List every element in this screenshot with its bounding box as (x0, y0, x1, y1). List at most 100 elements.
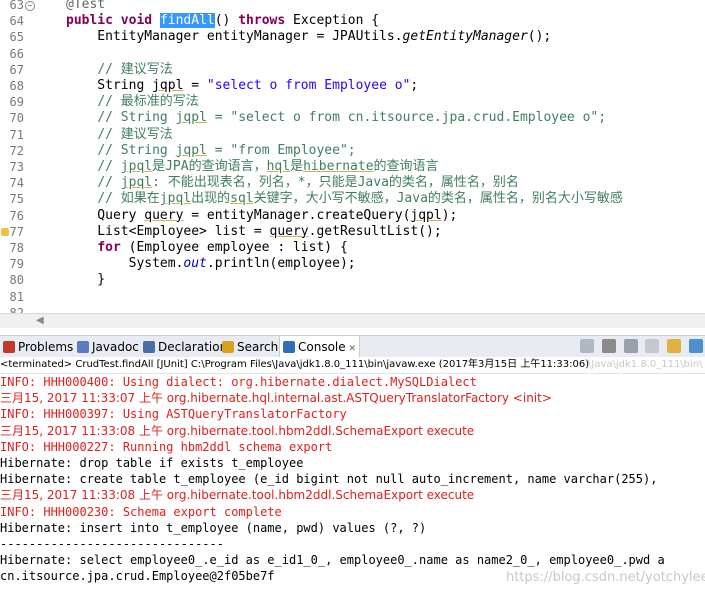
console-line: Hibernate: drop table if exists t_employ… (0, 456, 304, 470)
remove-launch-icon[interactable] (623, 339, 638, 353)
problems-icon (3, 341, 15, 353)
line-number: 74 (9, 176, 24, 191)
line-number: 71 (9, 127, 24, 142)
tab-label: Declaration (158, 340, 228, 354)
code-text[interactable]: Query query = entityManager.createQuery(… (66, 208, 457, 224)
code-text[interactable]: // String jqpl = "select o from cn.itsou… (66, 110, 606, 126)
pin-console-icon[interactable] (579, 339, 594, 353)
javadoc-icon (77, 341, 89, 353)
watermark: https://blog.csdn.net/yotchylee (506, 570, 705, 585)
code-text[interactable]: EntityManager entityManager = JPAUtils.g… (66, 29, 551, 45)
tab-console[interactable]: Console ✕ (279, 336, 361, 358)
console-process-description: <terminated> CrudTest.findAll [JUnit] C:… (0, 357, 705, 374)
editor-line[interactable]: 76 Query query = entityManager.createQue… (0, 208, 705, 224)
bottom-panel-tabbar: Problems Javadoc Declaration Search Console … (0, 335, 705, 359)
open-console-icon[interactable] (689, 339, 703, 353)
editor-line[interactable]: 70 // String jqpl = "select o from cn.it… (0, 110, 705, 126)
remove-all-terminated-icon[interactable] (601, 339, 616, 353)
editor-line[interactable]: 71 // 建议写法 (0, 127, 705, 143)
console-output[interactable]: INFO: HHH000400: Using dialect: org.hibe… (0, 374, 705, 596)
line-number: 76 (9, 208, 24, 223)
editor-horizontal-scrollbar[interactable]: ◀ (0, 313, 705, 328)
editor-line[interactable]: 74 // jpql: 不能出现表名，列名，*，只能是Java的类名，属性名，别… (0, 175, 705, 191)
line-number: 69 (9, 95, 24, 110)
editor-line[interactable]: 80 } (0, 272, 705, 288)
line-number: 65 (9, 30, 24, 45)
editor-line[interactable]: 78 for (Employee employee : list) { (0, 240, 705, 256)
code-text[interactable]: // 如果在jpql出现的sql关键字，大小写不敏感，Java的类名，属性名，别… (66, 191, 623, 207)
scroll-left-arrow-icon[interactable]: ◀ (36, 315, 44, 326)
search-icon (222, 341, 234, 353)
editor-line[interactable]: 66 (0, 46, 705, 62)
tab-declaration[interactable]: Declaration (140, 336, 230, 358)
tab-javadoc[interactable]: Javadoc (74, 336, 142, 358)
tab-problems[interactable]: Problems (0, 336, 76, 358)
warning-marker-icon[interactable] (1, 227, 9, 236)
line-number: 64 (9, 14, 24, 29)
line-number: 75 (9, 192, 24, 207)
console-icon (283, 341, 295, 353)
code-text[interactable]: // jpql是JPA的查询语言，hql是hibernate的查询语言 (66, 159, 438, 175)
console-line: Hibernate: select employee0_.e_id as e_i… (0, 553, 665, 568)
code-editor[interactable]: 63 @Test −64 public void findAll() throws E… (0, 0, 705, 320)
editor-line[interactable]: 69 // 最标准的写法 (0, 94, 705, 110)
code-text[interactable]: for (Employee employee : list) { (66, 240, 347, 256)
editor-line[interactable]: 67 // 建议写法 (0, 62, 705, 78)
scroll-lock-icon[interactable] (645, 339, 660, 353)
console-line: cn.itsource.jpa.crud.Employee@2f05be7f (0, 569, 275, 584)
fold-toggle-icon[interactable]: − (25, 1, 35, 11)
editor-line[interactable]: 79 System.out.println(employee); (0, 256, 705, 272)
line-number: 73 (9, 160, 24, 174)
line-number: 66 (9, 46, 24, 61)
editor-line[interactable]: 72 // String jqpl = "from Employee"; (0, 143, 705, 159)
console-line: Hibernate: create table t_employee (e_id… (0, 472, 658, 487)
line-number: 68 (9, 79, 24, 93)
editor-line[interactable]: 65 EntityManager entityManager = JPAUtil… (0, 29, 705, 45)
process-description-overlay: \Java\jdk1.8.0_111\bin\ (588, 359, 703, 370)
code-text[interactable]: String jqpl = "select o from Employee o"… (66, 78, 418, 94)
editor-line[interactable]: 63 @Test (0, 0, 705, 13)
code-text[interactable]: System.out.println(employee); (66, 256, 356, 272)
tab-search[interactable]: Search (219, 336, 281, 358)
line-number: 80 (9, 273, 24, 288)
code-text[interactable]: // 最标准的写法 (66, 94, 198, 110)
tab-label: Problems (18, 340, 74, 354)
console-line: INFO: HHH000400: Using dialect: org.hibe… (0, 375, 477, 389)
word-wrap-icon[interactable] (667, 339, 682, 353)
close-tab-icon[interactable]: ✕ (346, 344, 357, 354)
code-text[interactable]: List<Employee> list = query.getResultLis… (66, 224, 441, 240)
process-description-text: <terminated> CrudTest.findAll [JUnit] C:… (0, 359, 590, 370)
line-number: 78 (9, 241, 24, 255)
code-text[interactable]: } (66, 272, 105, 288)
code-text[interactable]: // 建议写法 (66, 127, 172, 143)
line-number: 63 (9, 0, 24, 12)
console-line: Hibernate: insert into t_employee (name,… (0, 520, 427, 535)
editor-line[interactable]: 81 (0, 289, 705, 305)
console-toolbar (576, 339, 703, 355)
editor-line[interactable]: 64 public void findAll() throws Exception… (0, 13, 705, 29)
line-number: 67 (9, 62, 24, 77)
line-number: 79 (9, 257, 24, 272)
code-text[interactable]: @Test (66, 0, 105, 13)
editor-line[interactable]: 68 String jqpl = "select o from Employee… (0, 78, 705, 94)
console-line: 三月15, 2017 11:33:07 上午 org.hibernate.hql… (0, 391, 552, 406)
editor-line[interactable]: 73 // jpql是JPA的查询语言，hql是hibernate的查询语言 (0, 159, 705, 175)
console-line: ------------------------------- (0, 537, 224, 551)
code-text[interactable]: // 建议写法 (66, 62, 172, 78)
console-line: INFO: HHH000227: Running hbm2ddl schema … (0, 439, 333, 454)
line-number: 72 (9, 143, 24, 158)
code-text[interactable]: public void findAll() throws Exception { (66, 13, 379, 29)
line-number: 70 (9, 111, 24, 126)
tab-label: Console (298, 340, 346, 354)
editor-line[interactable]: 75 // 如果在jpql出现的sql关键字，大小写不敏感，Java的类名，属性… (0, 191, 705, 207)
editor-line[interactable]: 77 List<Employee> list = query.getResult… (0, 224, 705, 240)
code-text[interactable]: // jpql: 不能出现表名，列名，*，只能是Java的类名，属性名，别名 (66, 175, 519, 191)
code-text[interactable]: // String jqpl = "from Employee"; (66, 143, 355, 159)
tab-label: Javadoc (92, 340, 139, 354)
tab-label: Search (237, 340, 279, 354)
console-line: INFO: HHH000230: Schema export complete (0, 504, 282, 519)
line-number: 81 (9, 289, 24, 304)
console-line: INFO: HHH000397: Using ASTQueryTranslato… (0, 407, 347, 422)
console-line: 三月15, 2017 11:33:08 上午 org.hibernate.too… (0, 423, 475, 438)
declaration-icon (143, 341, 155, 353)
